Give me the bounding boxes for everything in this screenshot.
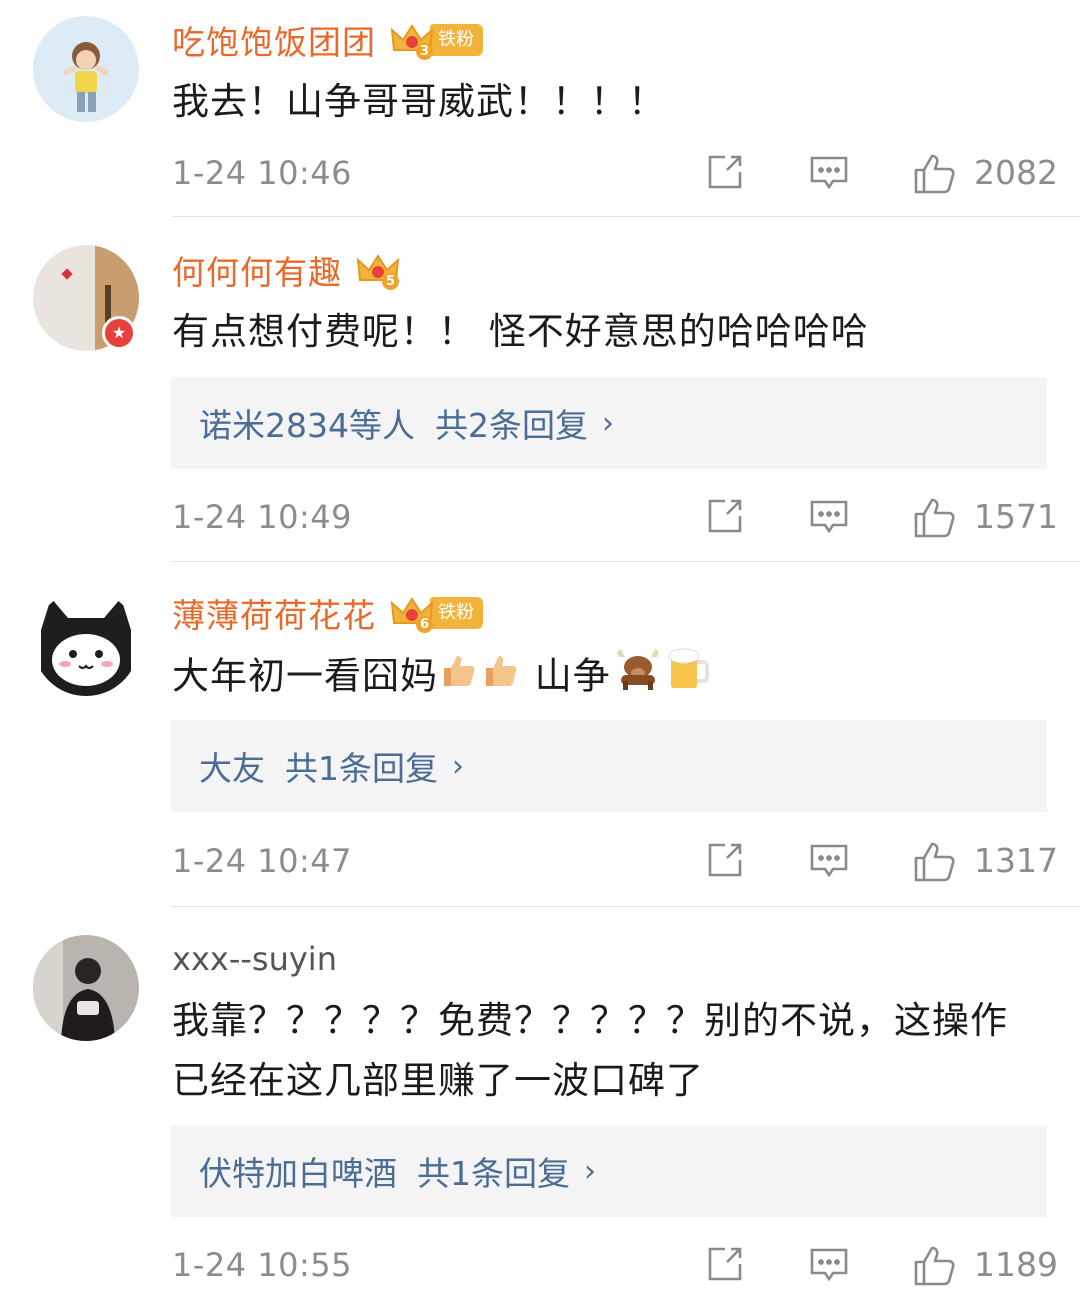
- comment-icon[interactable]: [809, 1244, 849, 1288]
- comment-icon[interactable]: [809, 496, 849, 540]
- fan-badge: 铁粉: [430, 24, 483, 56]
- comment-icon[interactable]: [809, 840, 849, 884]
- crown-badge-icon: 5: [356, 250, 400, 290]
- reply-preview[interactable]: 大友 共1条回复 ›: [171, 720, 1047, 812]
- comment-meta: 1-24 10:46 2082: [172, 148, 1058, 200]
- comment-time: 1-24 10:49: [172, 498, 353, 536]
- username[interactable]: 何何何有趣: [172, 246, 342, 294]
- crown-level: 6: [416, 616, 433, 633]
- username[interactable]: 吃饱饱饭团团: [172, 16, 376, 64]
- ox-icon: [613, 647, 663, 709]
- fan-badge: 铁粉: [430, 597, 483, 629]
- share-icon[interactable]: [705, 496, 745, 540]
- share-icon[interactable]: [705, 152, 745, 196]
- username[interactable]: 薄薄荷荷花花: [172, 589, 376, 637]
- user-name-row: 薄薄荷荷花花 6 铁粉: [172, 591, 483, 635]
- username[interactable]: xxx--suyin: [172, 940, 337, 978]
- like-icon[interactable]: [912, 840, 956, 888]
- comment-text-part: 大年初一看囧妈: [172, 654, 438, 698]
- chevron-right-icon: ›: [452, 748, 464, 784]
- reply-users[interactable]: 伏特加白啤酒: [199, 1147, 397, 1195]
- divider: [172, 906, 1080, 907]
- crown-badge-icon: 3: [390, 20, 434, 60]
- comment-meta: 1-24 10:47 1317: [172, 836, 1058, 888]
- like-count: 1189: [974, 1245, 1058, 1284]
- chevron-right-icon: ›: [601, 405, 614, 441]
- user-name-row: xxx--suyin: [172, 937, 337, 981]
- comment-text: 有点想付费呢！！ 怪不好意思的哈哈哈哈: [172, 310, 869, 353]
- share-icon[interactable]: [705, 1244, 745, 1288]
- reply-users[interactable]: 大友: [199, 742, 265, 790]
- user-name-row: 何何何有趣 5: [172, 248, 400, 292]
- like-icon[interactable]: [912, 496, 956, 544]
- like-count: 1317: [974, 841, 1058, 880]
- comment-text: 大年初一看囧妈 山争: [172, 646, 1040, 710]
- divider: [172, 561, 1080, 562]
- share-icon[interactable]: [705, 840, 745, 884]
- comment-time: 1-24 10:55: [172, 1246, 353, 1284]
- avatar[interactable]: [33, 16, 139, 122]
- divider: [172, 216, 1080, 217]
- reply-preview[interactable]: 诺米2834等人 共2条回复 ›: [171, 377, 1047, 469]
- comment-time: 1-24 10:47: [172, 842, 353, 880]
- reply-count[interactable]: 共1条回复: [285, 742, 438, 790]
- comment-text-part: 山争: [534, 654, 611, 698]
- like-icon[interactable]: [912, 1244, 956, 1292]
- comment-time: 1-24 10:46: [172, 154, 353, 192]
- crown-badge-icon: 6: [390, 593, 434, 633]
- comment-icon[interactable]: [809, 152, 849, 196]
- comment-meta: 1-24 10:49 1571: [172, 492, 1058, 544]
- like-count: 2082: [974, 153, 1058, 192]
- thumbs-up-icon: [440, 648, 478, 708]
- thumbs-up-icon: [482, 648, 520, 708]
- comment-text: 我去！山争哥哥威武！！！！: [172, 80, 666, 123]
- chevron-right-icon: ›: [584, 1153, 596, 1189]
- comment-text: 我靠？？？？？免费？？？？？别的不说，这操作已经在这几部里赚了一波口碑了: [172, 999, 1008, 1102]
- avatar[interactable]: [33, 590, 139, 696]
- reply-count[interactable]: 共1条回复: [417, 1147, 570, 1195]
- like-count: 1571: [974, 497, 1058, 536]
- beer-mug-icon: [667, 646, 709, 710]
- crown-level: 5: [382, 273, 399, 290]
- reply-users[interactable]: 诺米2834等人: [199, 399, 415, 447]
- reply-preview[interactable]: 伏特加白啤酒 共1条回复 ›: [171, 1125, 1047, 1217]
- crown-level: 3: [416, 43, 433, 60]
- verified-badge-icon: ★: [102, 316, 136, 350]
- comment-meta: 1-24 10:55 1189: [172, 1240, 1058, 1292]
- user-name-row: 吃饱饱饭团团 3 铁粉: [172, 18, 483, 62]
- like-icon[interactable]: [912, 152, 956, 200]
- reply-count[interactable]: 共2条回复: [435, 399, 588, 447]
- avatar[interactable]: [33, 935, 139, 1041]
